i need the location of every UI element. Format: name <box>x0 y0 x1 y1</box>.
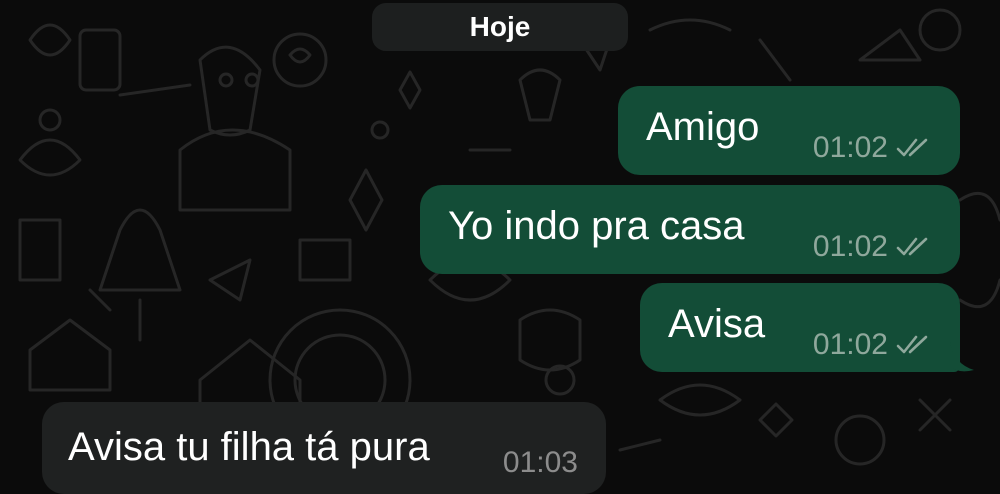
message-bubble-incoming[interactable]: Avisa tu filha tá pura 01:03 <box>42 402 606 494</box>
message-meta: 01:02 <box>813 131 936 165</box>
double-check-icon <box>896 335 928 354</box>
message-time: 01:02 <box>812 230 888 263</box>
message-meta: 01:03 <box>503 446 578 480</box>
double-check-icon <box>896 138 928 157</box>
message-bubble-outgoing[interactable]: Avisa 01:02 <box>640 283 960 372</box>
message-text: Yo indo pra casa <box>448 204 745 248</box>
message-meta: 01:02 <box>813 328 936 362</box>
message-time: 01:03 <box>502 446 578 479</box>
chat-view[interactable]: Hoje Amigo 01:02 Yo indo pra casa 01:02 … <box>0 0 1000 494</box>
double-check-icon <box>896 237 928 256</box>
date-separator: Hoje <box>372 3 628 51</box>
message-meta: 01:02 <box>813 230 936 264</box>
message-time: 01:02 <box>812 328 888 361</box>
message-time: 01:02 <box>812 131 888 164</box>
message-bubble-outgoing[interactable]: Yo indo pra casa 01:02 <box>420 185 960 274</box>
message-text: Avisa <box>668 302 766 346</box>
message-text: Amigo <box>646 105 760 149</box>
message-bubble-outgoing[interactable]: Amigo 01:02 <box>618 86 960 175</box>
bubble-tail <box>950 342 974 372</box>
date-separator-label: Hoje <box>469 11 531 42</box>
message-text: Avisa tu filha tá pura <box>68 425 430 469</box>
